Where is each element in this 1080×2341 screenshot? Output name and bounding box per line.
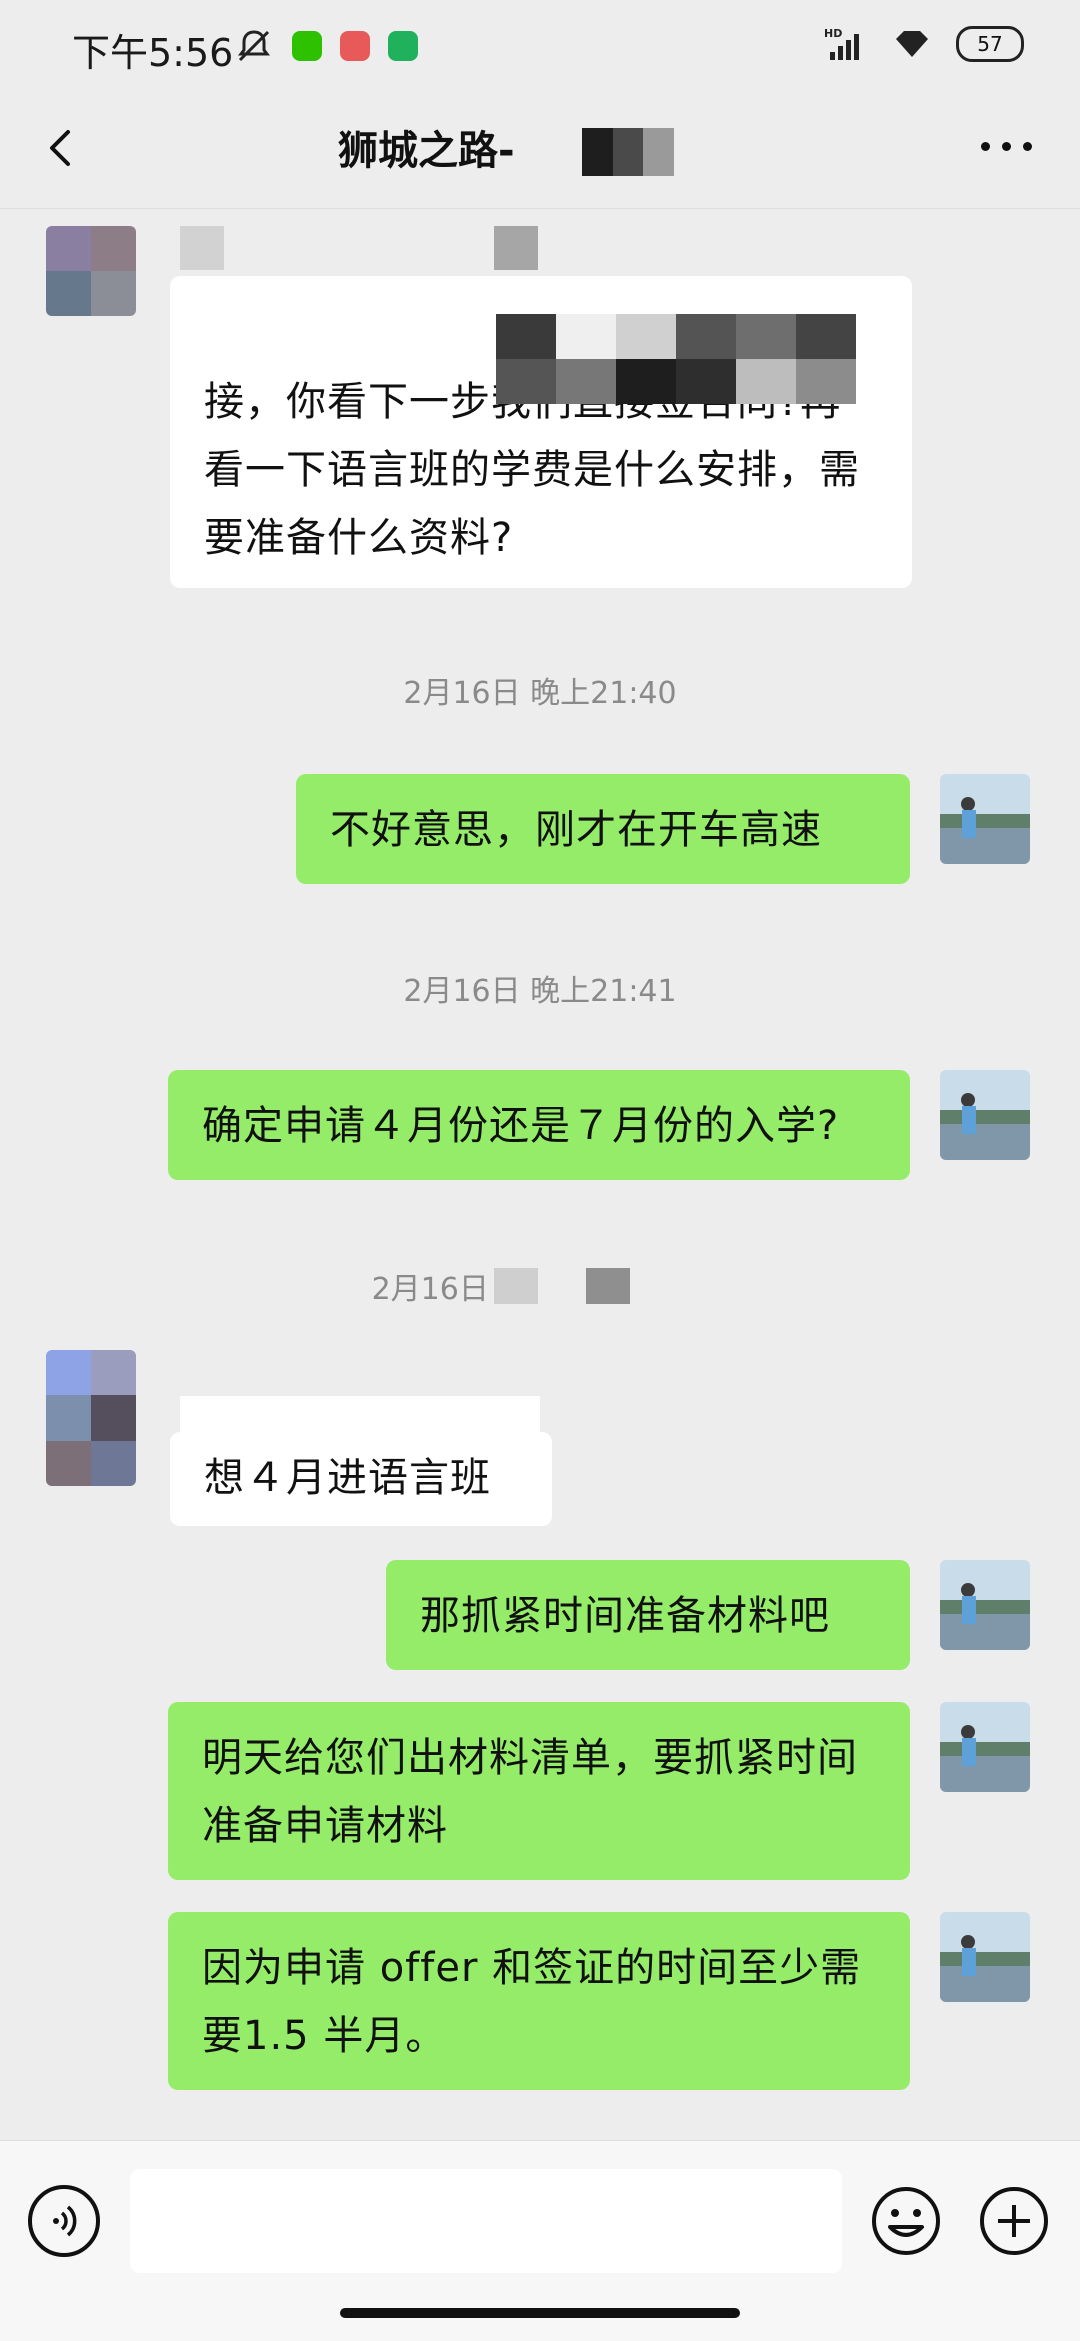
- network-label: HD: [824, 27, 842, 40]
- message-bubble-outgoing[interactable]: 那抓紧时间准备材料吧: [386, 1560, 910, 1670]
- redacted-mosaic: [496, 314, 856, 404]
- home-indicator[interactable]: [340, 2308, 740, 2318]
- user-photo-icon: [940, 1912, 1030, 2002]
- add-icon[interactable]: [978, 2185, 1050, 2257]
- bell-off-icon: [238, 30, 270, 62]
- message-text: 那抓紧时间准备材料吧: [420, 1593, 830, 1639]
- redacted-mosaic: [180, 226, 224, 270]
- notification-icons: [234, 26, 418, 66]
- my-avatar[interactable]: [940, 1702, 1030, 1792]
- battery-indicator: 57: [956, 26, 1024, 62]
- system-icons: HD 57: [824, 26, 1024, 62]
- user-photo-icon: [940, 1070, 1030, 1160]
- my-avatar[interactable]: [940, 1560, 1030, 1650]
- redacted-mosaic: [494, 1268, 538, 1304]
- user-photo-icon: [940, 1560, 1030, 1650]
- mail-icon: [340, 31, 370, 61]
- redacted-mosaic: [180, 1396, 540, 1432]
- message-text: 不好意思，刚才在开车高速: [330, 807, 822, 853]
- my-avatar[interactable]: [940, 1070, 1030, 1160]
- redacted-title-mosaic: [582, 128, 675, 176]
- message-text: 明天给您们出材料清单，要抓紧时间准备申请材料: [202, 1735, 858, 1849]
- user-photo-icon: [940, 774, 1030, 864]
- vpn-icon: [896, 31, 928, 57]
- message-bubble-incoming[interactable]: 想４月进语言班: [170, 1432, 552, 1526]
- phone-icon: [388, 31, 418, 61]
- message-text: 接，你看下一步我们直接签合同?再看一下语言班的学费是什么安排，需要准备什么资料?: [204, 379, 860, 561]
- message-input[interactable]: [130, 2169, 842, 2273]
- user-photo-icon: [940, 1702, 1030, 1792]
- chat-header: 狮城之路-: [0, 90, 1080, 209]
- timestamp: 2月16日 晚上21:41: [403, 974, 677, 1009]
- emoji-icon[interactable]: [870, 2185, 942, 2257]
- message-text: 确定申请４月份还是７月份的入学?: [202, 1103, 840, 1149]
- my-avatar[interactable]: [940, 1912, 1030, 2002]
- status-time: 下午5:56: [72, 31, 234, 75]
- contact-avatar[interactable]: [46, 226, 136, 316]
- voice-input-button[interactable]: [28, 2185, 100, 2257]
- contact-avatar[interactable]: [46, 1350, 136, 1486]
- message-bubble-outgoing[interactable]: 确定申请４月份还是７月份的入学?: [168, 1070, 910, 1180]
- redacted-mosaic: [586, 1268, 630, 1304]
- message-bubble-outgoing[interactable]: 不好意思，刚才在开车高速: [296, 774, 910, 884]
- message-bubble-outgoing[interactable]: 因为申请 offer 和签证的时间至少需要1.5 半月。: [168, 1912, 910, 2090]
- voice-icon: [53, 2205, 77, 2237]
- chat-title: 狮城之路-: [338, 128, 515, 174]
- message-text: 因为申请 offer 和签证的时间至少需要1.5 半月。: [202, 1945, 862, 2059]
- message-text: 想４月进语言班: [204, 1455, 491, 1501]
- more-options-icon[interactable]: [981, 142, 1032, 151]
- status-bar: 下午5:56 HD 57: [0, 0, 1080, 90]
- wechat-icon: [292, 31, 322, 61]
- back-icon[interactable]: [40, 118, 80, 178]
- my-avatar[interactable]: [940, 774, 1030, 864]
- timestamp: 2月16日 晚上21:40: [403, 676, 677, 711]
- redacted-mosaic: [494, 226, 538, 270]
- signal-icon: HD: [824, 27, 859, 60]
- message-bubble-outgoing[interactable]: 明天给您们出材料清单，要抓紧时间准备申请材料: [168, 1702, 910, 1880]
